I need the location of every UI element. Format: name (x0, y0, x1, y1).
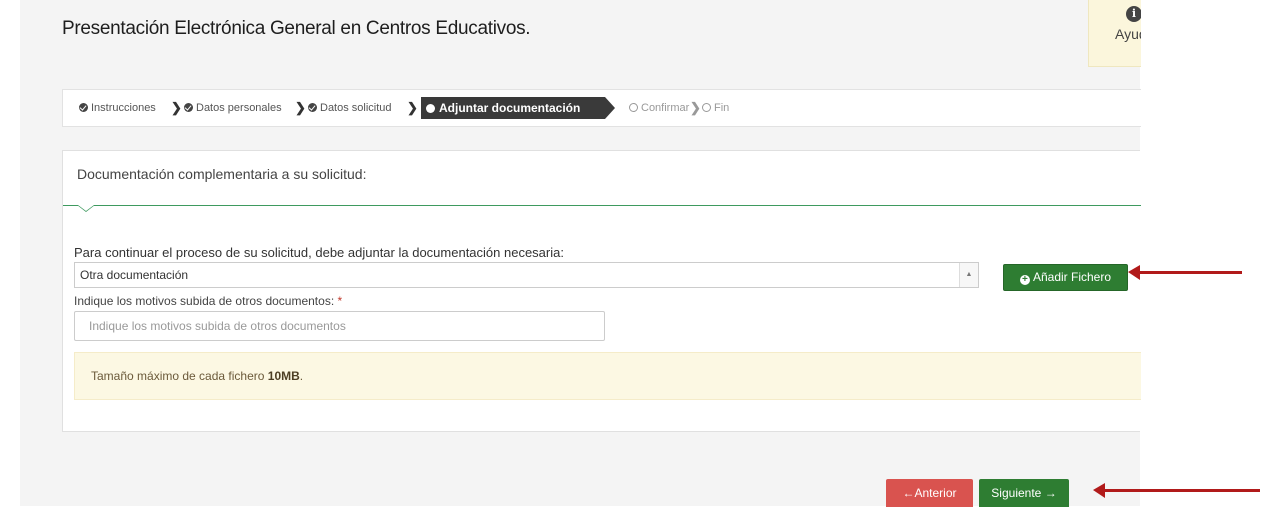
page-title: Presentación Electrónica General en Cent… (62, 18, 531, 39)
breadcrumb-step-adjuntar-active[interactable]: Adjuntar documentación (421, 97, 615, 119)
add-file-button[interactable]: + Añadir Fichero (1003, 264, 1128, 291)
plus-circle-icon: + (1019, 275, 1030, 285)
breadcrumb: Instrucciones ❯ Datos personales ❯ Datos… (62, 89, 1141, 127)
breadcrumb-step-label: Datos personales (196, 102, 282, 114)
document-type-select[interactable]: Otra documentación ▲ (74, 262, 979, 288)
arrowhead (1128, 265, 1140, 280)
circle-outline-icon (629, 103, 638, 112)
reasons-label-text: Indique los motivos subida de otros docu… (74, 294, 335, 308)
breadcrumb-step-label: Fin (714, 102, 730, 114)
next-button-label: Siguiente (991, 486, 1042, 500)
document-type-value: Otra documentación (80, 268, 189, 282)
add-file-button-label: Añadir Fichero (1032, 270, 1112, 284)
check-circle-icon (79, 103, 88, 112)
previous-button-label: Anterior (914, 486, 957, 500)
alert-end: . (299, 369, 304, 383)
breadcrumb-step-confirmar: Confirmar (629, 90, 689, 126)
alert-size: 10MB (267, 369, 300, 383)
breadcrumb-step-instrucciones[interactable]: Instrucciones (79, 90, 156, 126)
breadcrumb-step-label: Instrucciones (91, 102, 156, 114)
chevron-right-icon: ❯ (407, 100, 418, 115)
breadcrumb-step-label: Confirmar (641, 102, 690, 114)
breadcrumb-step-label: Adjuntar documentación (439, 101, 581, 115)
help-label: Ayuda (1115, 26, 1141, 42)
reasons-input[interactable]: Indique los motivos subida de otros docu… (74, 311, 605, 341)
check-circle-icon (308, 103, 317, 112)
annotation-arrow-add-file (1128, 265, 1242, 280)
arrowhead (1093, 483, 1105, 498)
breadcrumb-step-label: Datos solicitud (320, 102, 392, 114)
select-caret-icon[interactable]: ▲ (959, 263, 978, 287)
arrow-right-icon: → (1044, 486, 1057, 500)
document-type-label: Para continuar el proceso de su solicitu… (74, 245, 564, 260)
panel-heading: Documentación complementaria a su solici… (77, 166, 367, 182)
reasons-input-placeholder: Indique los motivos subida de otros docu… (89, 319, 346, 333)
info-icon: i (1126, 6, 1141, 22)
breadcrumb-step-datos-personales[interactable]: Datos personales (184, 90, 282, 126)
required-mark: * (337, 294, 343, 308)
file-size-alert: Tamaño máximo de cada fichero 10MB. (74, 352, 1141, 400)
annotation-arrow-next (1093, 483, 1260, 498)
alert-text: Tamaño máximo de cada fichero (91, 369, 268, 383)
breadcrumb-step-fin: Fin (702, 90, 729, 126)
breadcrumb-step-datos-solicitud[interactable]: Datos solicitud (308, 90, 392, 126)
arrow-left-icon: ← (902, 486, 915, 500)
chevron-right-icon: ❯ (171, 100, 182, 115)
help-button[interactable]: i Ayuda (1088, 0, 1141, 67)
panel-divider (63, 205, 1141, 206)
documentation-panel: Documentación complementaria a su solici… (62, 150, 1141, 432)
next-button[interactable]: Siguiente → (979, 479, 1069, 507)
reasons-label: Indique los motivos subida de otros docu… (74, 294, 342, 308)
circle-outline-icon (702, 103, 711, 112)
page: Presentación Electrónica General en Cent… (0, 0, 1267, 507)
active-circle-icon (426, 104, 435, 113)
chevron-right-icon: ❯ (690, 100, 701, 115)
check-circle-icon (184, 103, 193, 112)
previous-button[interactable]: ←Anterior (886, 479, 973, 507)
panel-divider-notch-inner (78, 205, 94, 211)
chevron-right-icon: ❯ (295, 100, 306, 115)
